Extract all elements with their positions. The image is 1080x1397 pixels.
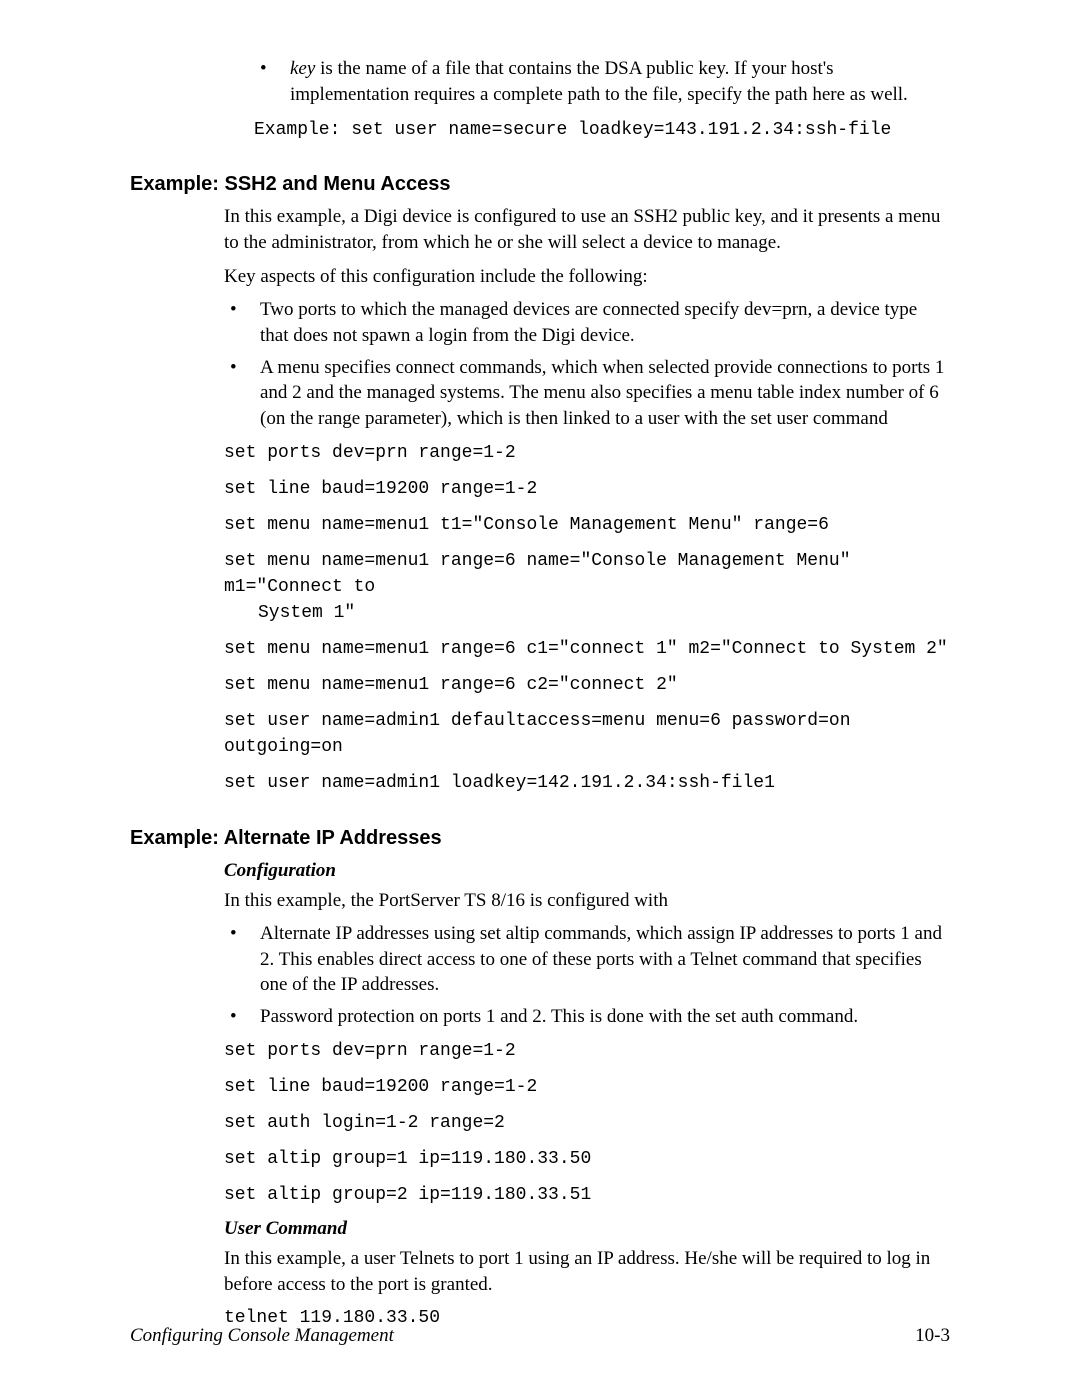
- bullet-marker: •: [224, 1004, 260, 1030]
- code-line: set line baud=19200 range=1-2: [224, 1074, 950, 1100]
- code-example-top: Example: set user name=secure loadkey=14…: [254, 117, 950, 143]
- bullet-text: Alternate IP addresses using set altip c…: [260, 921, 950, 998]
- subhead-config: Configuration: [224, 860, 950, 882]
- code-line: set ports dev=prn range=1-2: [224, 440, 950, 466]
- sec1-bullet2: • A menu specifies connect commands, whi…: [224, 355, 950, 432]
- code-line: set line baud=19200 range=1-2: [224, 476, 950, 502]
- heading-altip: Example: Alternate IP Addresses: [130, 827, 950, 850]
- bullet-key-desc: • key is the name of a file that contain…: [254, 56, 950, 107]
- sec1-p2: Key aspects of this configuration includ…: [224, 264, 950, 290]
- bullet-marker: •: [254, 56, 290, 107]
- bullet-text: A menu specifies connect commands, which…: [260, 355, 950, 432]
- sec1-code-block: set ports dev=prn range=1-2 set line bau…: [224, 440, 950, 797]
- sec1-bullet1: • Two ports to which the managed devices…: [224, 297, 950, 348]
- sec1-p1: In this example, a Digi device is config…: [224, 204, 950, 255]
- bullet-text: key is the name of a file that contains …: [290, 56, 950, 107]
- sec2-code-block-1: set ports dev=prn range=1-2 set line bau…: [224, 1038, 950, 1208]
- code-line: set menu name=menu1 range=6 name="Consol…: [224, 548, 950, 600]
- heading-ssh2: Example: SSH2 and Menu Access: [130, 173, 950, 196]
- code-line: set auth login=1-2 range=2: [224, 1110, 950, 1136]
- bullet-marker: •: [224, 297, 260, 348]
- footer-page-number: 10-3: [915, 1325, 950, 1347]
- page-footer: Configuring Console Management 10-3: [130, 1325, 950, 1347]
- code-line: set user name=admin1 defaultaccess=menu …: [224, 708, 950, 760]
- code-line: set ports dev=prn range=1-2: [224, 1038, 950, 1064]
- code-line: set altip group=2 ip=119.180.33.51: [224, 1182, 950, 1208]
- code-line-continuation: System 1": [224, 600, 950, 626]
- page-content: • key is the name of a file that contain…: [0, 0, 1080, 1397]
- sec2-bullet2: • Password protection on ports 1 and 2. …: [224, 1004, 950, 1030]
- code-line: set user name=admin1 loadkey=142.191.2.3…: [224, 770, 950, 796]
- subhead-usercmd: User Command: [224, 1218, 950, 1240]
- bullet-marker: •: [224, 355, 260, 432]
- key-term: key: [290, 58, 315, 79]
- key-rest: is the name of a file that contains the …: [290, 58, 908, 105]
- bullet-text: Password protection on ports 1 and 2. Th…: [260, 1004, 950, 1030]
- code-line: set altip group=1 ip=119.180.33.50: [224, 1146, 950, 1172]
- code-line: set menu name=menu1 range=6 c2="connect …: [224, 672, 950, 698]
- sec2-p2: In this example, a user Telnets to port …: [224, 1246, 950, 1297]
- bullet-text: Two ports to which the managed devices a…: [260, 297, 950, 348]
- code-line: set menu name=menu1 t1="Console Manageme…: [224, 512, 950, 538]
- sec2-bullet1: • Alternate IP addresses using set altip…: [224, 921, 950, 998]
- code-line: set menu name=menu1 range=6 c1="connect …: [224, 636, 950, 662]
- sec2-p1: In this example, the PortServer TS 8/16 …: [224, 888, 950, 914]
- bullet-marker: •: [224, 921, 260, 998]
- footer-title: Configuring Console Management: [130, 1325, 394, 1347]
